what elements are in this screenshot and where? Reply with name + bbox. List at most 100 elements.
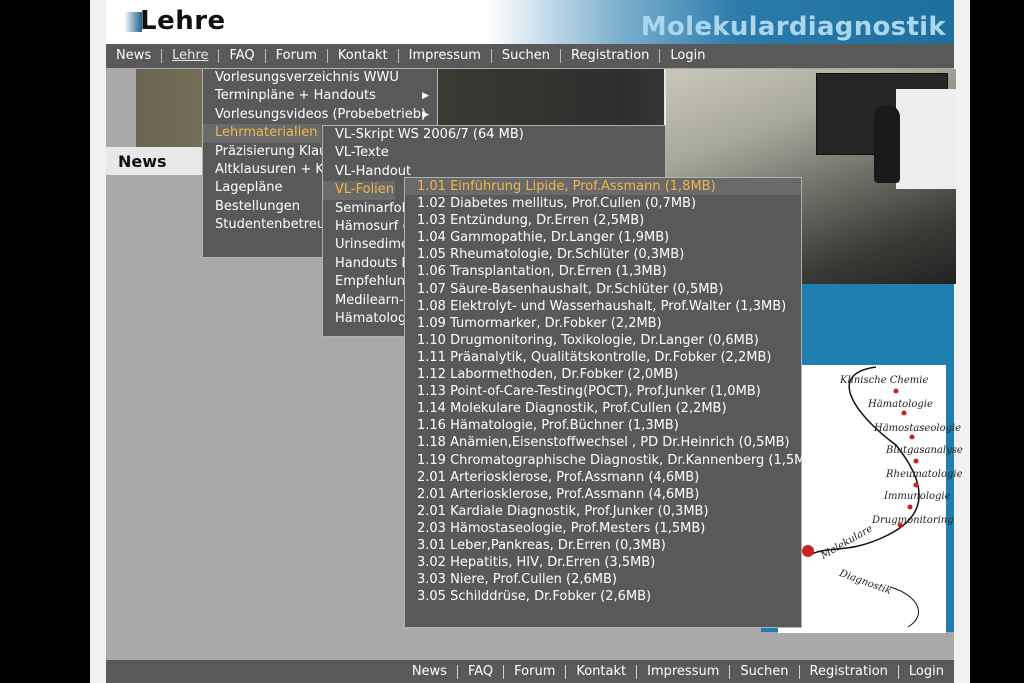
nav-item-suchen[interactable]: Suchen — [490, 49, 560, 63]
vl-folien-menu-item-label: 1.16 Hämatologie, Prof.Büchner (1,3MB) — [417, 418, 679, 434]
footer-link-kontakt[interactable]: Kontakt — [565, 664, 636, 679]
lehrmaterialien-menu-item-label: Medilearn-F — [335, 292, 412, 308]
vl-folien-menu-item-label: 3.05 Schilddrüse, Dr.Fobker (2,6MB) — [417, 589, 652, 605]
vl-folien-menu-item[interactable]: 1.05 Rheumatologie, Dr.Schlüter (0,3MB) — [405, 246, 801, 263]
vl-folien-menu-item-label: 1.11 Präanalytik, Qualitätskontrolle, Dr… — [417, 349, 772, 365]
vl-folien-menu-item-label: 2.01 Arteriosklerose, Prof.Assmann (4,6M… — [417, 486, 700, 502]
lehre-menu-item-label: Studentenbetreuu — [215, 217, 334, 233]
lehre-menu-item-label: Lagepläne — [215, 180, 283, 196]
vl-folien-menu-item[interactable]: 3.02 Hepatitis, HIV, Dr.Erren (3,5MB) — [405, 554, 801, 571]
vl-folien-menu-item[interactable]: 1.02 Diabetes mellitus, Prof.Cullen (0,7… — [405, 195, 801, 212]
vl-folien-menu-item-label: 3.03 Niere, Prof.Cullen (2,6MB) — [417, 572, 617, 588]
vl-folien-menu-item[interactable]: 1.08 Elektrolyt- und Wasserhaushalt, Pro… — [405, 298, 801, 315]
vl-folien-menu-item[interactable]: 1.12 Labormethoden, Dr.Fobker (2,0MB) — [405, 366, 801, 383]
nav-item-kontakt[interactable]: Kontakt — [326, 49, 398, 63]
vl-folien-menu-item[interactable]: 1.18 Anämien,Eisenstoffwechsel , PD Dr.H… — [405, 434, 801, 451]
footer-link-registration[interactable]: Registration — [798, 664, 898, 679]
diagram-label: Hämostaseologie — [874, 423, 962, 434]
lehrmaterialien-menu-item-label: VL-Texte — [335, 145, 389, 161]
vl-folien-submenu: 1.01 Einführung Lipide, Prof.Assmann (1,… — [404, 177, 819, 628]
vl-folien-menu-item[interactable]: 2.01 Arteriosklerose, Prof.Assmann (4,6M… — [405, 469, 801, 486]
nav-item-faq[interactable]: FAQ — [218, 49, 264, 63]
site-frame: Lehre Molekulardiagnostik News Lehre FAQ Fo… — [106, 0, 963, 683]
vl-folien-menu-item-label: 2.01 Arteriosklerose, Prof.Assmann (4,6M… — [417, 469, 700, 485]
lehre-menu-item[interactable]: Vorlesungsverzeichnis WWU — [203, 69, 437, 87]
diagram-label: Klinische Chemie — [840, 375, 929, 386]
vl-folien-menu-item-label: 1.13 Point-of-Care-Testing(POCT), Prof.J… — [417, 384, 761, 400]
vl-folien-menu-item-label: 1.19 Chromatographische Diagnostik, Dr.K… — [417, 452, 820, 468]
vl-folien-menu-item-label: 1.06 Transplantation, Dr.Erren (1,3MB) — [417, 264, 667, 280]
vl-folien-menu-item[interactable]: 2.01 Arteriosklerose, Prof.Assmann (4,6M… — [405, 486, 801, 503]
lehrmaterialien-menu-item-label: Seminarfol — [335, 200, 406, 216]
top-navigation: News Lehre FAQ Forum Kontakt Impressum Suchen R… — [106, 44, 954, 68]
vl-folien-menu-item[interactable]: 3.01 Leber,Pankreas, Dr.Erren (0,3MB) — [405, 537, 801, 554]
lehrmaterialien-menu-item-label: Urinsedime — [335, 237, 410, 253]
diagram-label: Drugmonitoring — [872, 515, 954, 526]
diagram-label: Immunologie — [884, 491, 951, 502]
vl-folien-menu-item[interactable]: 3.03 Niere, Prof.Cullen (2,6MB) — [405, 571, 801, 588]
lehre-menu-item[interactable]: Terminpläne + Handouts ▶ — [203, 87, 437, 105]
nav-item-impressum[interactable]: Impressum — [397, 49, 491, 63]
vl-folien-menu-item[interactable]: 1.03 Entzündung, Dr.Erren (2,5MB) — [405, 212, 801, 229]
lehre-menu-item-label: Terminpläne + Handouts — [215, 88, 376, 104]
footer-navigation: News FAQ Forum Kontakt Impressum Suchen Regist… — [106, 660, 954, 683]
lehrmaterialien-menu-item[interactable]: VL-Folien — [323, 181, 395, 200]
lehrmaterialien-menu-item-label: Hämosurf ( — [335, 218, 408, 234]
footer-link-suchen[interactable]: Suchen — [729, 664, 798, 679]
lehrmaterialien-menu-item-label: Handouts L — [335, 255, 409, 271]
vl-folien-menu-item[interactable]: 1.07 Säure-Basenhaushalt, Dr.Schlüter (0… — [405, 281, 801, 298]
news-heading: News — [118, 152, 167, 171]
vl-folien-menu-item-label: 1.09 Tumormarker, Dr.Fobker (2,2MB) — [417, 315, 662, 331]
footer-link-faq[interactable]: FAQ — [456, 664, 503, 679]
vl-folien-menu-item[interactable]: 1.04 Gammopathie, Dr.Langer (1,9MB) — [405, 229, 801, 246]
vl-folien-menu-item[interactable]: 1.16 Hämatologie, Prof.Büchner (1,3MB) — [405, 417, 801, 434]
nav-item-forum[interactable]: Forum — [264, 49, 327, 63]
vl-folien-menu-item[interactable]: 1.01 Einführung Lipide, Prof.Assmann (1,… — [405, 178, 801, 196]
vl-folien-menu-item-label: 3.02 Hepatitis, HIV, Dr.Erren (3,5MB) — [417, 555, 656, 571]
lehrmaterialien-menu-item-label: VL-Skript WS 2006/7 (64 MB) — [335, 127, 524, 142]
vl-folien-menu-item-label: 1.02 Diabetes mellitus, Prof.Cullen (0,7… — [417, 196, 697, 212]
footer-link-news[interactable]: News — [402, 664, 457, 679]
vl-folien-menu-item-label: 2.03 Hämostaseologie, Prof.Mesters (1,5M… — [417, 520, 706, 536]
footer-link-forum[interactable]: Forum — [503, 664, 565, 679]
lehre-menu-item-label: Lehrmaterialien — [215, 125, 318, 141]
vl-folien-menu-item[interactable]: 1.19 Chromatographische Diagnostik, Dr.K… — [405, 452, 819, 469]
vl-folien-menu-item[interactable]: 2.03 Hämostaseologie, Prof.Mesters (1,5M… — [405, 520, 801, 537]
nav-item-news[interactable]: News — [106, 49, 161, 63]
vl-folien-menu-item-label: 1.04 Gammopathie, Dr.Langer (1,9MB) — [417, 230, 670, 246]
nav-item-lehre[interactable]: Lehre — [161, 49, 218, 63]
lehre-menu-item-label: Vorlesungsverzeichnis WWU — [215, 70, 399, 85]
vl-folien-menu-item-label: 1.14 Molekulare Diagnostik, Prof.Cullen … — [417, 401, 727, 417]
lehre-menu-item-label: Altklausuren + Kl — [215, 161, 328, 177]
lecturer-figure — [874, 105, 900, 183]
lehre-menu-item-label: Bestellungen — [215, 198, 300, 214]
lehre-menu-item[interactable]: Vorlesungsvideos (Probebetrieb) ▶ — [203, 106, 437, 124]
lehrmaterialien-menu-item[interactable]: VL-Texte — [323, 144, 665, 162]
nav-item-registration[interactable]: Registration — [560, 49, 659, 63]
section-title: Lehre — [140, 6, 226, 36]
vl-folien-menu-item[interactable]: 1.11 Präanalytik, Qualitätskontrolle, Dr… — [405, 349, 801, 366]
vl-folien-menu-item[interactable]: 3.05 Schilddrüse, Dr.Fobker (2,6MB) — [405, 588, 801, 605]
projection-screen — [896, 89, 956, 189]
nav-item-login[interactable]: Login — [659, 49, 715, 63]
vl-folien-menu-item[interactable]: 1.10 Drugmonitoring, Toxikologie, Dr.Lan… — [405, 332, 801, 349]
footer-link-login[interactable]: Login — [897, 664, 954, 679]
footer-link-impressum[interactable]: Impressum — [636, 664, 729, 679]
specialties-diagram: Klinische Chemie Hämatologie Hämostaseol… — [778, 365, 963, 633]
submenu-arrow-icon: ▶ — [422, 91, 429, 102]
lehrmaterialien-menu-item-label: VL-Folien — [335, 182, 395, 198]
vl-folien-menu-item[interactable]: 2.01 Kardiale Diagnostik, Prof.Junker (0… — [405, 503, 801, 520]
vl-folien-menu-item-label: 1.18 Anämien,Eisenstoffwechsel , PD Dr.H… — [417, 435, 790, 451]
vl-folien-menu-item[interactable]: 1.06 Transplantation, Dr.Erren (1,3MB) — [405, 263, 801, 280]
diagram-label: Blutgasanalyse — [886, 445, 963, 456]
diagram-label: Rheumatologie — [886, 469, 963, 480]
lehrmaterialien-menu-item-label: Empfehlung — [335, 274, 414, 290]
lehrmaterialien-menu-item[interactable]: VL-Skript WS 2006/7 (64 MB) — [323, 126, 665, 144]
vl-folien-menu-item[interactable]: 1.13 Point-of-Care-Testing(POCT), Prof.J… — [405, 383, 801, 400]
lehre-menu-item-label: Vorlesungsvideos (Probebetrieb) — [215, 106, 427, 122]
lehre-menu-item[interactable]: Lehrmaterialien — [203, 124, 321, 143]
vl-folien-menu-item[interactable]: 1.09 Tumormarker, Dr.Fobker (2,2MB) — [405, 315, 801, 332]
vl-folien-menu-item[interactable]: 1.14 Molekulare Diagnostik, Prof.Cullen … — [405, 400, 801, 417]
vl-folien-menu-item-label: 1.12 Labormethoden, Dr.Fobker (2,0MB) — [417, 367, 679, 383]
vl-folien-menu-item-label: 1.08 Elektrolyt- und Wasserhaushalt, Pro… — [417, 298, 787, 314]
